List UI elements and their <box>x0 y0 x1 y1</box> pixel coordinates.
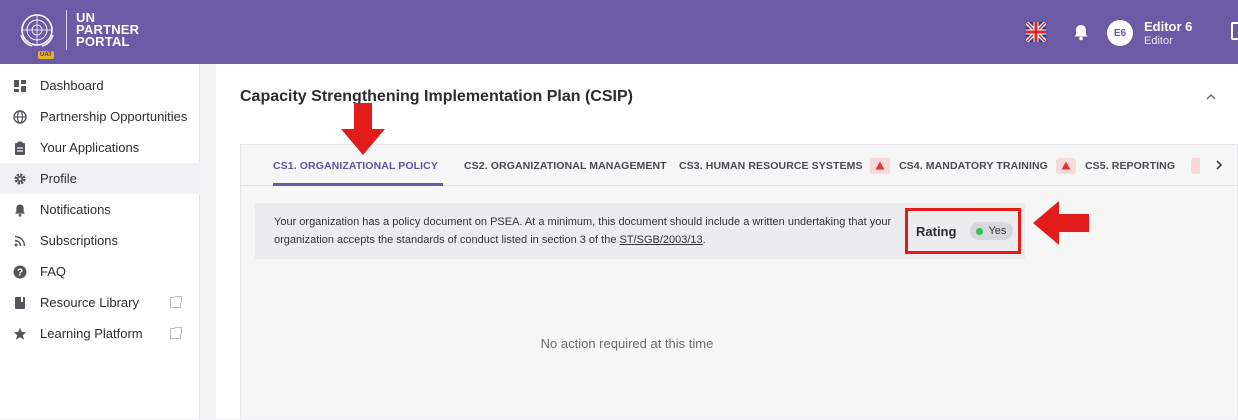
logout-icon[interactable] <box>1231 22 1238 40</box>
un-partner-portal-logo[interactable]: UAT UN PARTNER PORTAL <box>18 10 139 59</box>
user-role: Editor <box>1144 35 1173 47</box>
red-arrow-left-icon <box>1033 201 1089 245</box>
page-title: Capacity Strengthening Implementation Pl… <box>240 88 633 105</box>
sidebar-item-label: Notifications <box>40 202 111 217</box>
rating-chip: Yes <box>970 222 1014 240</box>
warning-icon <box>1056 157 1076 174</box>
sidebar-item-subscriptions[interactable]: Subscriptions <box>0 225 200 256</box>
rating-label: Rating <box>916 223 957 239</box>
tabs-bar: CS1. ORGANIZATIONAL POLICY CS2. ORGANIZA… <box>241 145 1238 186</box>
sidebar-item-profile[interactable]: Profile <box>0 163 200 194</box>
help-icon: ? <box>13 265 27 279</box>
requirement-description-end: . <box>702 234 706 246</box>
un-emblem-icon: UAT <box>18 11 56 59</box>
book-icon <box>13 296 27 310</box>
policy-link[interactable]: ST/SGB/2003/13 <box>620 234 703 246</box>
requirement-card: Your organization has a policy document … <box>255 203 1025 259</box>
sidebar-item-resource-library[interactable]: Resource Library <box>0 287 200 318</box>
status-dot-icon <box>976 227 984 235</box>
sidebar-item-label: Dashboard <box>40 78 104 93</box>
env-badge: UAT <box>38 51 54 59</box>
chevron-up-icon[interactable] <box>1204 90 1218 104</box>
logo-line: PORTAL <box>76 34 130 49</box>
external-link-icon <box>170 296 182 308</box>
bell-icon[interactable] <box>1073 23 1089 41</box>
rating-highlight: Rating Yes <box>905 208 1021 254</box>
csip-panel: CS1. ORGANIZATIONAL POLICY CS2. ORGANIZA… <box>240 144 1238 419</box>
sidebar-item-label: Learning Platform <box>40 326 143 341</box>
red-arrow-down-icon <box>341 103 385 155</box>
star-icon <box>13 327 27 341</box>
sidebar-item-label: Resource Library <box>40 295 139 310</box>
sidebar-item-label: Partnership Opportunities <box>40 109 188 124</box>
sidebar: Dashboard Partnership Opportunities Your… <box>0 64 200 419</box>
tab-label: CS4. MANDATORY TRAINING <box>899 159 1048 172</box>
gear-icon <box>13 172 27 186</box>
sidebar-item-partnership-opportunities[interactable]: Partnership Opportunities <box>0 101 200 132</box>
tab-overflow-hint <box>1191 158 1200 174</box>
tab-label: CS2. ORGANIZATIONAL MANAGEMENT <box>464 159 667 172</box>
external-link-icon <box>170 327 182 339</box>
dashboard-icon <box>13 79 27 93</box>
requirement-description: Your organization has a policy document … <box>274 216 892 246</box>
warning-icon <box>870 157 890 174</box>
sidebar-item-label: FAQ <box>40 264 67 279</box>
sidebar-item-dashboard[interactable]: Dashboard <box>0 70 200 101</box>
svg-text:?: ? <box>17 267 23 278</box>
tab-cs2-organizational-management[interactable]: CS2. ORGANIZATIONAL MANAGEMENT <box>464 145 667 186</box>
sidebar-item-label: Subscriptions <box>40 233 119 248</box>
tab-cs5-reporting[interactable]: CS5. REPORTING <box>1056 145 1175 186</box>
avatar[interactable]: E6 <box>1107 20 1133 46</box>
empty-state-message: No action required at this time <box>540 336 714 351</box>
sidebar-item-faq[interactable]: ? FAQ <box>0 256 200 287</box>
bell-icon <box>13 203 27 217</box>
logo-divider <box>66 10 67 50</box>
uk-flag-icon[interactable] <box>1024 20 1048 44</box>
tab-label: CS1. ORGANIZATIONAL POLICY <box>273 159 438 172</box>
sidebar-item-notifications[interactable]: Notifications <box>0 194 200 225</box>
sidebar-item-your-applications[interactable]: Your Applications <box>0 132 200 163</box>
tab-label: CS5. REPORTING <box>1085 159 1176 172</box>
logo-wordmark: UN PARTNER PORTAL <box>76 11 139 49</box>
clipboard-icon <box>13 141 27 155</box>
globe-icon <box>13 109 27 124</box>
user-name[interactable]: Editor 6 <box>1144 19 1192 34</box>
chevron-right-icon[interactable] <box>1211 157 1227 173</box>
sidebar-item-label: Profile <box>40 171 77 186</box>
rss-icon <box>13 234 27 248</box>
rating-value: Yes <box>988 225 1007 237</box>
tab-cs3-human-resource-systems[interactable]: CS3. HUMAN RESOURCE SYSTEMS <box>679 145 863 186</box>
sidebar-item-learning-platform[interactable]: Learning Platform <box>0 318 200 349</box>
sidebar-item-label: Your Applications <box>40 140 140 155</box>
top-app-bar: UAT UN PARTNER PORTAL E6 Editor 6 Editor <box>0 0 1238 64</box>
tab-label: CS3. HUMAN RESOURCE SYSTEMS <box>679 159 863 172</box>
tab-cs4-mandatory-training[interactable]: CS4. MANDATORY TRAINING <box>870 145 1048 186</box>
requirement-text: Your organization has a policy document … <box>274 213 894 249</box>
